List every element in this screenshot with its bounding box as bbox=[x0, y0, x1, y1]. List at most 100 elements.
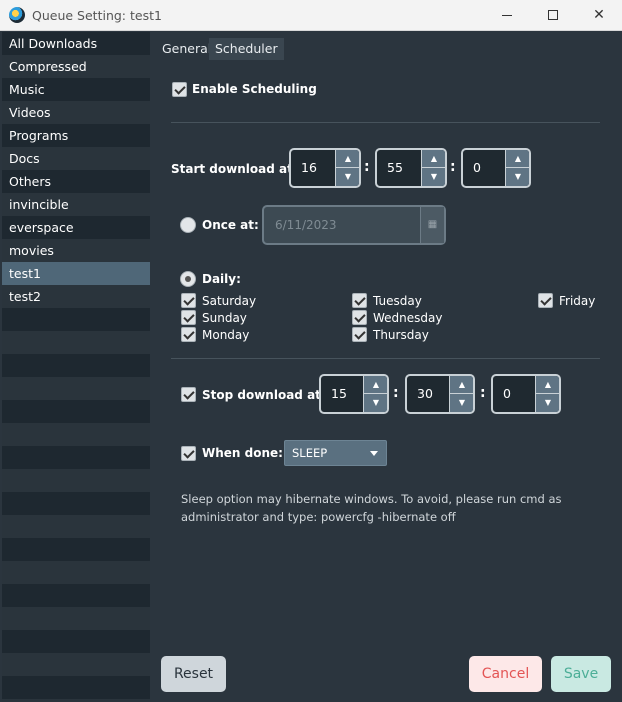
tuesday-checkbox[interactable] bbox=[352, 293, 367, 308]
stop-hour-spinner[interactable]: 15 ▲ ▼ bbox=[319, 374, 389, 414]
thursday-checkbox[interactable] bbox=[352, 327, 367, 342]
increment-arrow-icon[interactable]: ▲ bbox=[450, 376, 473, 394]
time-separator: : bbox=[480, 385, 486, 401]
when-done-checkbox[interactable] bbox=[181, 446, 196, 461]
empty-row bbox=[2, 538, 150, 561]
tuesday-label: Tuesday bbox=[373, 294, 422, 308]
friday-label: Friday bbox=[559, 294, 596, 308]
queue-item-test2[interactable]: test2 bbox=[2, 285, 150, 308]
app-logo-icon bbox=[9, 7, 25, 23]
friday-checkbox[interactable] bbox=[538, 293, 553, 308]
decrement-arrow-icon[interactable]: ▼ bbox=[422, 168, 445, 186]
once-at-radio[interactable] bbox=[180, 217, 196, 233]
minimize-icon bbox=[502, 15, 512, 16]
reset-button[interactable]: Reset bbox=[161, 656, 226, 692]
empty-row bbox=[2, 446, 150, 469]
queue-item-label: Programs bbox=[9, 128, 69, 143]
wednesday-label: Wednesday bbox=[373, 311, 443, 325]
monday-checkbox[interactable] bbox=[181, 327, 196, 342]
empty-row bbox=[2, 584, 150, 607]
cancel-button[interactable]: Cancel bbox=[469, 656, 542, 692]
close-icon: ✕ bbox=[593, 7, 605, 23]
empty-row bbox=[2, 308, 150, 331]
increment-arrow-icon[interactable]: ▲ bbox=[364, 376, 387, 394]
queue-item-others[interactable]: Others bbox=[2, 170, 150, 193]
queue-item-label: everspace bbox=[9, 220, 74, 235]
save-button[interactable]: Save bbox=[551, 656, 611, 692]
time-separator: : bbox=[450, 159, 456, 175]
increment-arrow-icon[interactable]: ▲ bbox=[336, 150, 359, 168]
spinner-buttons: ▲ ▼ bbox=[449, 376, 473, 412]
decrement-arrow-icon[interactable]: ▼ bbox=[450, 394, 473, 412]
stop-minute-value: 30 bbox=[417, 386, 433, 401]
saturday-checkbox[interactable] bbox=[181, 293, 196, 308]
spinner-buttons: ▲ ▼ bbox=[335, 150, 359, 186]
queue-item-test1[interactable]: test1 bbox=[2, 262, 150, 285]
tab-scheduler[interactable]: Scheduler bbox=[209, 38, 284, 60]
close-button[interactable]: ✕ bbox=[576, 0, 622, 31]
start-hour-value: 16 bbox=[301, 160, 317, 175]
start-second-value: 0 bbox=[473, 160, 481, 175]
queue-item-movies[interactable]: movies bbox=[2, 239, 150, 262]
decrement-arrow-icon[interactable]: ▼ bbox=[536, 394, 559, 412]
divider bbox=[171, 358, 600, 359]
decrement-arrow-icon[interactable]: ▼ bbox=[506, 168, 529, 186]
maximize-icon bbox=[548, 10, 558, 20]
start-minute-spinner[interactable]: 55 ▲ ▼ bbox=[375, 148, 447, 188]
divider bbox=[171, 122, 600, 123]
queue-item-compressed[interactable]: Compressed bbox=[2, 55, 150, 78]
queue-item-label: All Downloads bbox=[9, 36, 98, 51]
queue-item-all-downloads[interactable]: All Downloads bbox=[2, 32, 150, 55]
decrement-arrow-icon[interactable]: ▼ bbox=[364, 394, 387, 412]
queue-item-label: Compressed bbox=[9, 59, 87, 74]
queue-item-music[interactable]: Music bbox=[2, 78, 150, 101]
spinner-buttons: ▲ ▼ bbox=[363, 376, 387, 412]
maximize-button[interactable] bbox=[530, 0, 576, 31]
title-bar: Queue Setting: test1 ✕ bbox=[0, 0, 622, 31]
queue-item-everspace[interactable]: everspace bbox=[2, 216, 150, 239]
queue-item-videos[interactable]: Videos bbox=[2, 101, 150, 124]
start-second-spinner[interactable]: 0 ▲ ▼ bbox=[461, 148, 531, 188]
calendar-icon[interactable]: ▦ bbox=[420, 207, 444, 243]
queue-list: All Downloads Compressed Music Videos Pr… bbox=[2, 32, 150, 702]
stop-download-checkbox[interactable] bbox=[181, 387, 196, 402]
empty-row bbox=[2, 630, 150, 653]
empty-row bbox=[2, 354, 150, 377]
queue-item-invincible[interactable]: invincible bbox=[2, 193, 150, 216]
spinner-buttons: ▲ ▼ bbox=[421, 150, 445, 186]
stop-second-spinner[interactable]: 0 ▲ ▼ bbox=[491, 374, 561, 414]
when-done-label: When done: bbox=[202, 446, 283, 460]
daily-label: Daily: bbox=[202, 272, 241, 286]
time-separator: : bbox=[364, 159, 370, 175]
sunday-label: Sunday bbox=[202, 311, 247, 325]
empty-row bbox=[2, 676, 150, 699]
start-hour-spinner[interactable]: 16 ▲ ▼ bbox=[289, 148, 361, 188]
sunday-checkbox[interactable] bbox=[181, 310, 196, 325]
queue-item-docs[interactable]: Docs bbox=[2, 147, 150, 170]
once-date-value: 6/11/2023 bbox=[275, 218, 337, 232]
when-done-select[interactable]: SLEEP bbox=[284, 440, 387, 466]
decrement-arrow-icon[interactable]: ▼ bbox=[336, 168, 359, 186]
increment-arrow-icon[interactable]: ▲ bbox=[506, 150, 529, 168]
saturday-label: Saturday bbox=[202, 294, 257, 308]
once-date-picker[interactable]: 6/11/2023 ▦ bbox=[262, 205, 446, 245]
thursday-label: Thursday bbox=[373, 328, 429, 342]
stop-second-value: 0 bbox=[503, 386, 511, 401]
increment-arrow-icon[interactable]: ▲ bbox=[422, 150, 445, 168]
stop-hour-value: 15 bbox=[331, 386, 347, 401]
wednesday-checkbox[interactable] bbox=[352, 310, 367, 325]
monday-label: Monday bbox=[202, 328, 250, 342]
minimize-button[interactable] bbox=[484, 0, 530, 31]
sleep-note: Sleep option may hibernate windows. To a… bbox=[181, 492, 562, 524]
enable-scheduling-checkbox[interactable] bbox=[172, 82, 187, 97]
increment-arrow-icon[interactable]: ▲ bbox=[536, 376, 559, 394]
stop-minute-spinner[interactable]: 30 ▲ ▼ bbox=[405, 374, 475, 414]
spinner-buttons: ▲ ▼ bbox=[505, 150, 529, 186]
start-download-label: Start download at: bbox=[171, 162, 298, 176]
time-separator: : bbox=[393, 385, 399, 401]
start-minute-value: 55 bbox=[387, 160, 403, 175]
stop-download-label: Stop download at: bbox=[202, 388, 326, 402]
window-title: Queue Setting: test1 bbox=[32, 8, 162, 23]
queue-item-programs[interactable]: Programs bbox=[2, 124, 150, 147]
daily-radio[interactable] bbox=[180, 271, 196, 287]
